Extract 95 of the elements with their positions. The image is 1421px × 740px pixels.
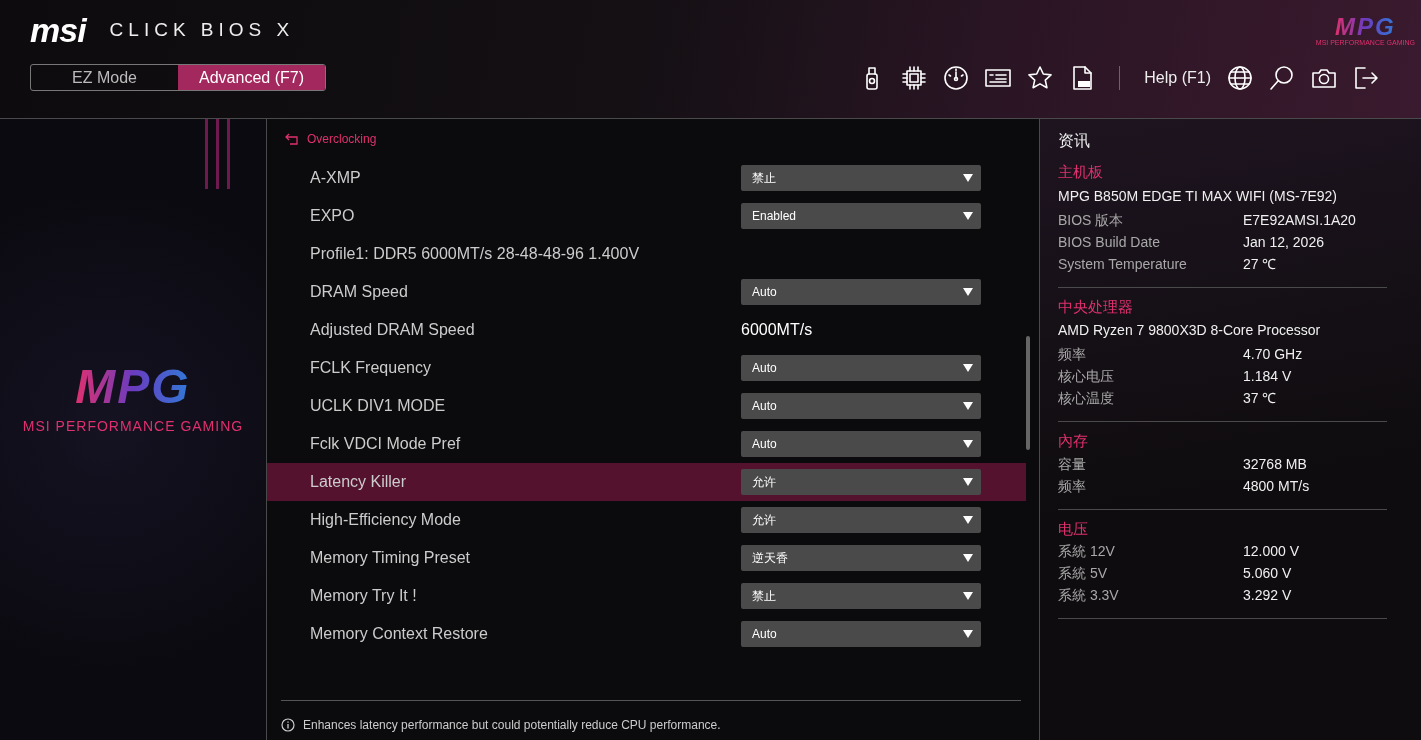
info-label: 系統 5V xyxy=(1058,564,1108,583)
caret-icon xyxy=(963,174,973,182)
setting-label: Fclk VDCI Mode Pref xyxy=(310,434,462,454)
setting-row[interactable]: Profile1: DDR5 6000MT/s 28-48-48-96 1.400V xyxy=(267,235,1026,273)
back-icon[interactable] xyxy=(285,133,299,145)
dropdown[interactable]: 禁止 xyxy=(741,583,981,609)
info-label: 频率 xyxy=(1058,345,1087,364)
setting-label: Latency Killer xyxy=(310,472,408,492)
setting-label: Profile1: DDR5 6000MT/s 28-48-48-96 1.400V xyxy=(310,244,641,264)
brand-tagline: MSI PERFORMANCE GAMING xyxy=(22,419,244,433)
info-value: 27 ℃ xyxy=(1243,254,1277,274)
info-value: 4.70 GHz xyxy=(1243,345,1303,364)
info-label: 容量 xyxy=(1058,454,1087,474)
dropdown[interactable]: Auto xyxy=(741,431,981,457)
caret-icon xyxy=(963,364,973,372)
info-value: 32768 MB xyxy=(1243,454,1307,474)
caret-icon xyxy=(963,212,973,220)
setting-row[interactable]: Memory Timing Preset 逆天香 xyxy=(267,539,1026,577)
setting-row[interactable]: EXPO Enabled xyxy=(267,197,1026,235)
setting-label: EXPO xyxy=(310,206,356,226)
section-heading: 主机板 xyxy=(1058,162,1104,182)
star-icon[interactable] xyxy=(1027,64,1054,91)
setting-row[interactable]: DRAM Speed Auto xyxy=(267,273,1026,311)
setting-row[interactable]: Memory Try It ! 禁止 xyxy=(267,577,1026,615)
setting-row[interactable]: Latency Killer 允许 xyxy=(267,463,1026,501)
device-name: AMD Ryzen 7 9800X3D 8-Core Processor xyxy=(1058,321,1322,340)
mode-tab[interactable]: EZ Mode xyxy=(31,65,178,90)
scrollbar-thumb[interactable] xyxy=(1026,336,1030,450)
setting-label: Adjusted DRAM Speed xyxy=(310,320,476,340)
dropdown[interactable]: Auto xyxy=(741,621,981,647)
dropdown[interactable]: Enabled xyxy=(741,203,981,229)
info-value: 12.000 V xyxy=(1243,542,1300,561)
setting-label: UCLK DIV1 MODE xyxy=(310,396,447,416)
info-label: 系統 12V xyxy=(1058,542,1116,561)
setting-row[interactable]: Adjusted DRAM Speed 6000MT/s xyxy=(267,311,1026,349)
setting-value: 6000MT/s xyxy=(741,320,814,340)
dropdown[interactable]: Auto xyxy=(741,393,981,419)
info-label: 频率 xyxy=(1058,476,1087,496)
help-button[interactable]: Help (F1) xyxy=(1144,65,1211,90)
info-label: 系統 3.3V xyxy=(1058,586,1120,605)
setting-label: DRAM Speed xyxy=(310,282,409,302)
dropdown[interactable]: 禁止 xyxy=(741,165,981,191)
gauge-icon[interactable] xyxy=(943,64,970,91)
dropdown[interactable]: Auto xyxy=(741,355,981,381)
mode-tab[interactable]: Advanced (F7) xyxy=(178,65,325,90)
caret-icon xyxy=(963,592,973,600)
info-value: 3.292 V xyxy=(1243,586,1292,605)
help-description: Enhances latency performance but could potentially reduce CPU performance. xyxy=(303,716,721,734)
setting-label: A-XMP xyxy=(310,168,362,188)
info-value: 37 ℃ xyxy=(1243,389,1277,408)
setting-row[interactable]: UCLK DIV1 MODE Auto xyxy=(267,387,1026,425)
exit-icon[interactable] xyxy=(1353,64,1379,91)
info-icon xyxy=(281,717,295,732)
caret-icon xyxy=(963,478,973,486)
setting-row[interactable]: High-Efficiency Mode 允许 xyxy=(267,501,1026,539)
setting-row[interactable]: A-XMP 禁止 xyxy=(267,159,1026,197)
product-title: CLICK BIOS X xyxy=(109,17,295,42)
panel-title: 资讯 xyxy=(1058,131,1091,151)
dropdown[interactable]: 允许 xyxy=(741,507,981,533)
caret-icon xyxy=(963,288,973,296)
device-name: MPG B850M EDGE TI MAX WIFI (MS-7E92) xyxy=(1058,186,1338,206)
search-icon[interactable] xyxy=(1269,64,1295,91)
info-value: 1.184 V xyxy=(1243,367,1292,386)
section-heading: 中央处理器 xyxy=(1058,296,1134,317)
setting-label: Memory Try It ! xyxy=(310,586,418,606)
info-label: BIOS 版本 xyxy=(1058,210,1125,230)
setting-row[interactable]: Memory Context Restore Auto xyxy=(267,615,1026,653)
info-value: 4800 MT/s xyxy=(1243,476,1310,496)
info-value: Jan 12, 2026 xyxy=(1243,232,1324,252)
info-value: 5.060 V xyxy=(1243,564,1292,583)
info-label: 核心电压 xyxy=(1058,367,1115,386)
dropdown[interactable]: Auto xyxy=(741,279,981,305)
section-heading: 电压 xyxy=(1058,518,1089,539)
dropdown[interactable]: 允许 xyxy=(741,469,981,495)
info-label: 核心温度 xyxy=(1058,389,1115,408)
section-heading: 內存 xyxy=(1058,431,1089,451)
msi-logo: msi xyxy=(30,13,86,47)
caret-icon xyxy=(963,440,973,448)
dropdown[interactable]: 逆天香 xyxy=(741,545,981,571)
caret-icon xyxy=(963,402,973,410)
caret-icon xyxy=(963,630,973,638)
cpu-chip-icon[interactable] xyxy=(901,64,928,91)
setting-row[interactable]: Fclk VDCI Mode Pref Auto xyxy=(267,425,1026,463)
breadcrumb[interactable]: Overclocking xyxy=(307,130,377,148)
setting-label: Memory Context Restore xyxy=(310,624,489,644)
setting-label: Memory Timing Preset xyxy=(310,548,472,568)
caret-icon xyxy=(963,554,973,562)
globe-icon[interactable] xyxy=(1227,64,1253,91)
info-label: BIOS Build Date xyxy=(1058,232,1161,252)
caret-icon xyxy=(963,516,973,524)
setting-label: High-Efficiency Mode xyxy=(310,510,462,530)
setting-label: FCLK Frequency xyxy=(310,358,432,378)
info-label: System Temperature xyxy=(1058,254,1188,274)
setting-row[interactable]: FCLK Frequency Auto xyxy=(267,349,1026,387)
info-value: E7E92AMSI.1A20 xyxy=(1243,210,1356,230)
